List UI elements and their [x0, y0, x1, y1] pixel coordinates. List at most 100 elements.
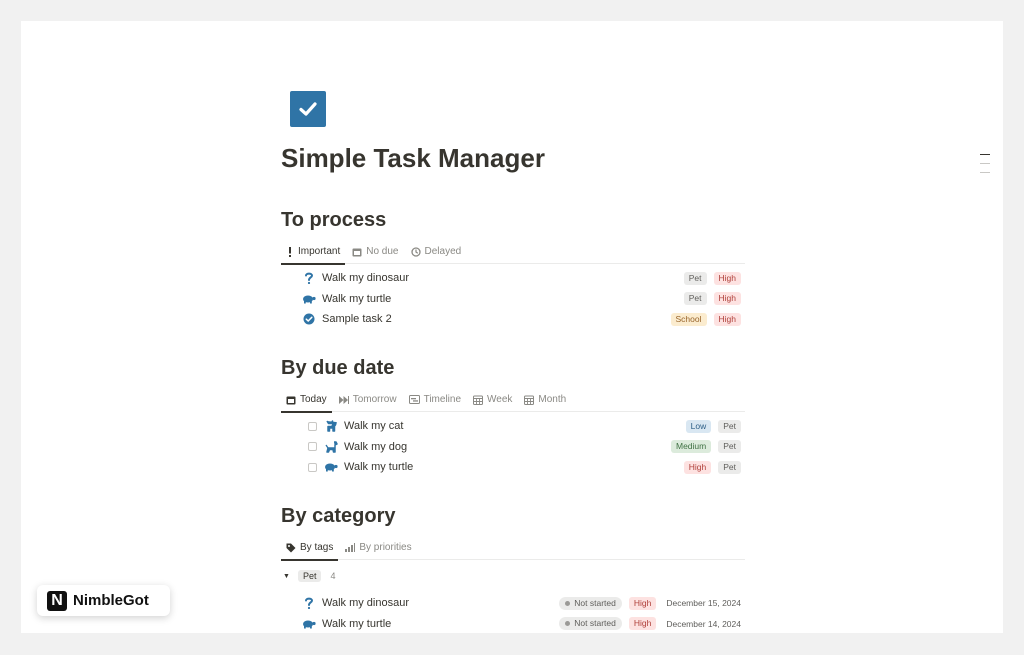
- category-list: Walk my dinosaur Not started High Decemb…: [281, 593, 745, 633]
- page-title[interactable]: Simple Task Manager: [281, 143, 545, 174]
- list-item[interactable]: Walk my dog Medium Pet: [281, 437, 745, 458]
- task-checkbox[interactable]: [308, 442, 317, 452]
- turtle-icon: [301, 294, 317, 304]
- tab-label: Delayed: [424, 246, 462, 257]
- tab-by-tags[interactable]: By tags: [281, 536, 339, 561]
- tab-delayed[interactable]: Delayed: [406, 240, 467, 264]
- tags: Low Pet: [679, 416, 741, 437]
- badge-text: NimbleGot: [73, 592, 149, 609]
- priority-tag: High: [713, 292, 741, 306]
- tab-label: By priorities: [359, 542, 412, 553]
- status-label: Not started: [574, 597, 616, 608]
- task-title: Walk my dinosaur: [322, 597, 410, 610]
- collapse-triangle-icon[interactable]: ▼: [283, 573, 290, 580]
- tab-label: Month: [538, 394, 567, 405]
- priority-tag: Low: [685, 419, 712, 433]
- cat-icon: [323, 420, 339, 432]
- list-item[interactable]: Walk my turtle Pet High: [281, 289, 745, 310]
- turtle-icon: [301, 619, 317, 629]
- tab-label: By tags: [300, 542, 334, 553]
- nimblegot-watermark-badge: N NimbleGot: [37, 585, 170, 616]
- tab-week[interactable]: Week: [468, 388, 517, 412]
- exclamation-icon: [286, 246, 294, 257]
- task-title: Walk my turtle: [322, 292, 392, 305]
- status-label: Not started: [574, 618, 616, 629]
- priority-tag: Medium: [671, 440, 712, 454]
- table-row[interactable]: Walk my turtle Not started High December…: [281, 614, 745, 634]
- category-tag: Pet: [718, 419, 741, 433]
- tab-label: Today: [300, 394, 327, 405]
- tab-today[interactable]: Today: [281, 388, 332, 413]
- task-title: Walk my turtle: [344, 461, 414, 474]
- calendar-icon: [352, 247, 362, 257]
- tags: Pet High: [677, 268, 741, 289]
- calendar-grid-icon: [524, 395, 535, 405]
- bar-chart-icon: [345, 543, 356, 552]
- tags: Pet High: [677, 289, 741, 310]
- question-icon: [301, 272, 317, 285]
- table-row[interactable]: Walk my dinosaur Not started High Decemb…: [281, 593, 745, 614]
- table-of-contents-indicator[interactable]: [980, 154, 990, 181]
- tab-tomorrow[interactable]: Tomorrow: [334, 388, 402, 412]
- priority-tag: High: [713, 271, 741, 285]
- tab-no-due[interactable]: No due: [347, 240, 403, 264]
- list-item[interactable]: Sample task 2 School High: [281, 309, 745, 330]
- tab-label: Important: [298, 246, 341, 257]
- group-tag: Pet: [297, 570, 322, 582]
- task-title: Walk my cat: [344, 420, 404, 433]
- task-title: Walk my dog: [344, 440, 408, 453]
- due-date: December 15, 2024: [666, 598, 741, 609]
- tags: School High: [664, 309, 741, 330]
- task-checkbox[interactable]: [308, 421, 317, 431]
- dog-icon: [323, 441, 339, 453]
- due-date: December 14, 2024: [666, 618, 741, 629]
- section-title-by-category[interactable]: By category: [281, 505, 396, 528]
- due-date-tabs: Today Tomorrow Timeline Week Month: [281, 388, 745, 413]
- tab-timeline[interactable]: Timeline: [404, 388, 466, 412]
- category-tag: School: [670, 312, 707, 326]
- task-title: Walk my turtle: [322, 617, 392, 630]
- section-title-to-process[interactable]: To process: [281, 209, 386, 232]
- history-icon: [410, 246, 421, 257]
- tab-label: Tomorrow: [352, 394, 397, 405]
- calendar-grid-icon: [473, 395, 484, 405]
- priority-tag: High: [628, 617, 657, 631]
- tag-icon: [286, 543, 296, 553]
- tab-by-priorities[interactable]: By priorities: [340, 536, 416, 560]
- list-item[interactable]: Walk my cat Low Pet: [281, 416, 745, 437]
- task-checkbox[interactable]: [308, 462, 317, 472]
- priority-tag: High: [713, 312, 741, 326]
- turtle-icon: [323, 462, 339, 472]
- group-header-pet[interactable]: ▼ Pet 4: [283, 567, 335, 585]
- question-icon: [301, 597, 317, 610]
- category-tag: Pet: [683, 292, 707, 306]
- list-item[interactable]: Walk my turtle High Pet: [281, 457, 745, 478]
- status-badge: Not started: [559, 596, 622, 610]
- tags: Medium Pet: [664, 437, 741, 458]
- category-tag: Pet: [718, 440, 741, 454]
- task-title: Walk my dinosaur: [322, 272, 410, 285]
- task-title: Sample task 2: [322, 313, 392, 326]
- status-badge: Not started: [559, 617, 622, 631]
- tab-month[interactable]: Month: [519, 388, 571, 412]
- to-process-list: Walk my dinosaur Pet High Walk my turtle…: [281, 268, 745, 330]
- tab-label: Timeline: [423, 394, 462, 405]
- tab-label: No due: [366, 246, 399, 257]
- calendar-icon: [286, 395, 296, 405]
- to-process-tabs: Important No due Delayed: [281, 240, 745, 265]
- check-circle-icon: [301, 313, 317, 325]
- list-item[interactable]: Walk my dinosaur Pet High: [281, 268, 745, 289]
- fast-forward-icon: [338, 395, 349, 404]
- timeline-icon: [408, 395, 420, 404]
- checkbox-icon[interactable]: [290, 91, 326, 127]
- group-count: 4: [330, 571, 336, 581]
- category-tag: Pet: [683, 271, 707, 285]
- tab-important[interactable]: Important: [281, 240, 346, 265]
- due-date-list: Walk my cat Low Pet Walk my dog Medium P…: [281, 416, 745, 478]
- section-title-by-due-date[interactable]: By due date: [281, 357, 394, 380]
- tags: High Pet: [677, 457, 741, 478]
- row-properties: Not started High December 14, 2024: [552, 614, 741, 634]
- priority-tag: High: [683, 460, 712, 474]
- nimblegot-logo-icon: N: [47, 590, 67, 611]
- tab-label: Week: [487, 394, 513, 405]
